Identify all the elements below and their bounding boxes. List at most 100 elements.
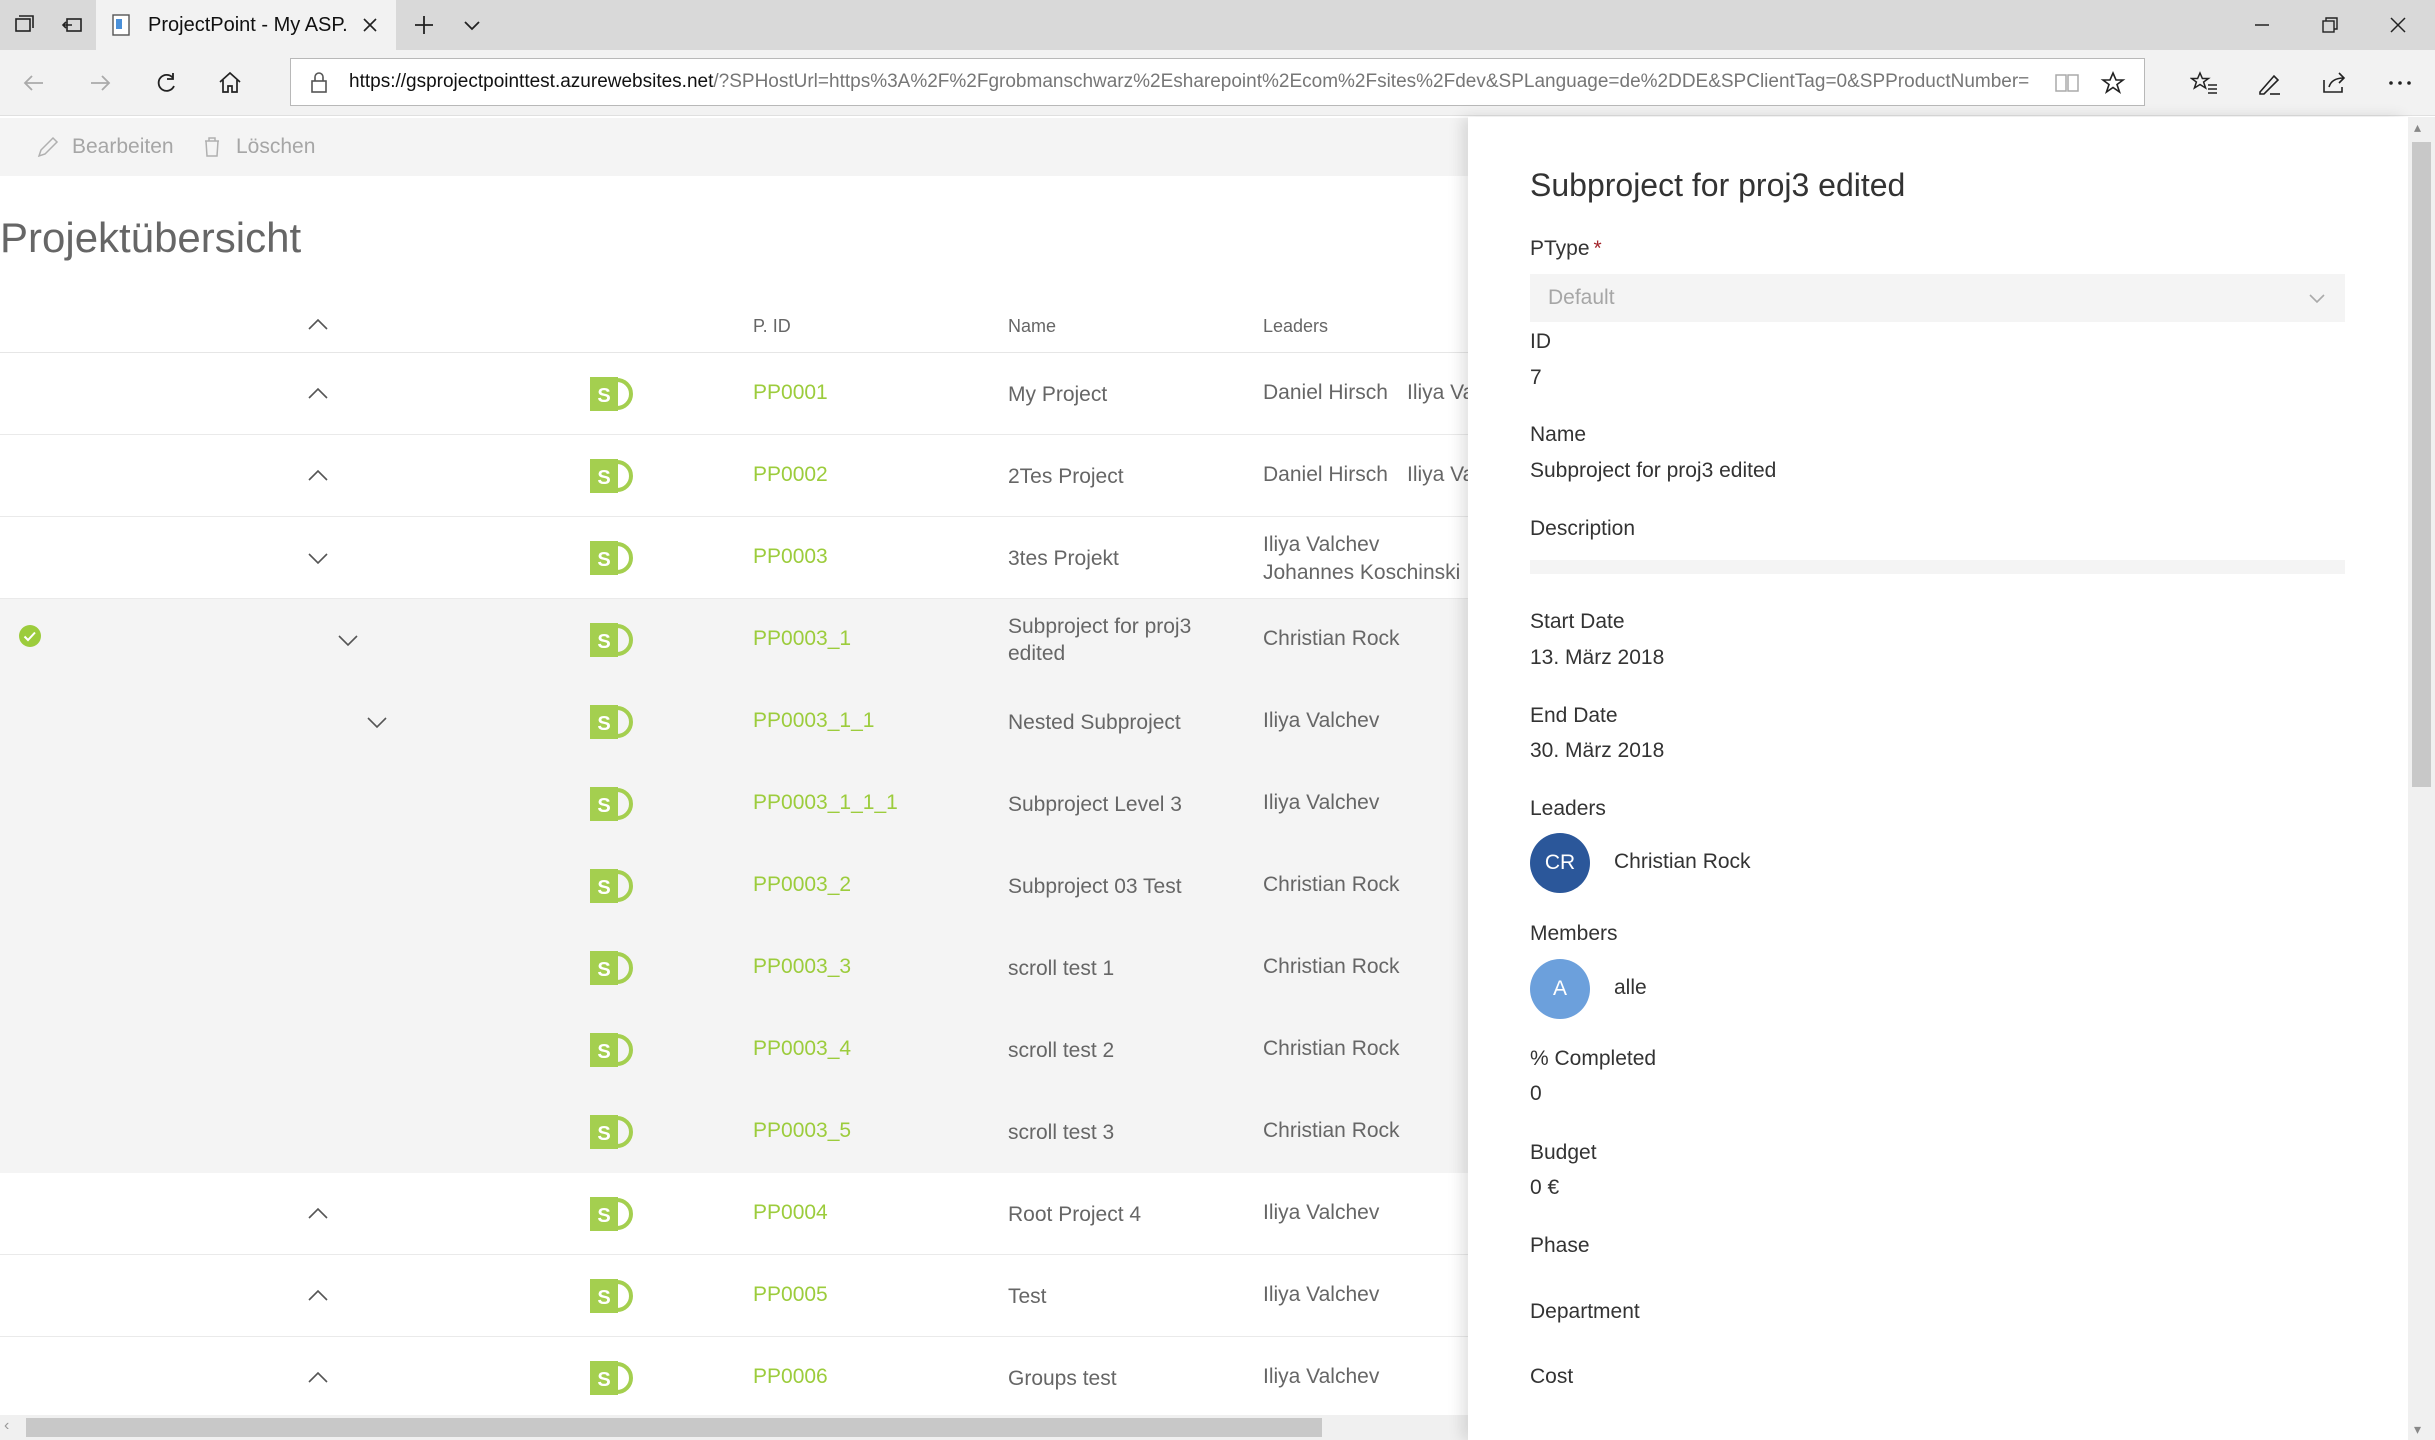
project-leaders: Iliya Valchev Johannes Koschinski: [1263, 531, 1460, 587]
table-row[interactable]: S PP0003 3tes Projekt Iliya Valchev Joha…: [0, 517, 1468, 599]
table-row[interactable]: S PP0001 My Project Daniel Hirsch Iliya …: [0, 353, 1468, 435]
trash-icon: [205, 137, 219, 157]
start-date-label: Start Date: [1530, 610, 1625, 633]
tab-preview-chevron-icon[interactable]: [448, 0, 496, 50]
more-options-icon[interactable]: [2372, 50, 2428, 116]
set-aside-tabs-icon[interactable]: [48, 0, 96, 50]
sharepoint-icon: S: [590, 705, 633, 739]
tab-projectpoint[interactable]: ProjectPoint - My ASP.N: [96, 0, 396, 50]
scroll-down-icon[interactable]: ▾: [2414, 1421, 2421, 1438]
address-bar[interactable]: https://gsprojectpointtest.azurewebsites…: [290, 58, 2145, 106]
chevron-up-icon[interactable]: [304, 380, 332, 408]
chevron-up-icon[interactable]: [304, 462, 332, 490]
forward-icon[interactable]: [72, 50, 128, 116]
edit-button-label: Bearbeiten: [72, 135, 174, 158]
table-row[interactable]: S PP0002 2Tes Project Daniel Hirsch Iliy…: [0, 435, 1468, 517]
chevron-down-icon[interactable]: [304, 544, 332, 572]
edit-button[interactable]: Bearbeiten: [36, 132, 174, 162]
project-name: 3tes Projekt: [1008, 547, 1119, 570]
table-row[interactable]: S PP0004 Root Project 4 Iliya Valchev: [0, 1173, 1468, 1255]
project-name: Groups test: [1008, 1367, 1117, 1390]
home-icon[interactable]: [202, 50, 258, 116]
close-tab-icon[interactable]: [358, 13, 382, 37]
project-id-link[interactable]: PP0003_4: [753, 1037, 851, 1061]
table-row[interactable]: S PP0003_4 scroll test 2 Christian Rock: [0, 1009, 1468, 1091]
table-row-selected[interactable]: S PP0003_1 Subproject for proj3 edited C…: [0, 599, 1468, 681]
column-header-name[interactable]: Name: [1008, 316, 1056, 337]
scroll-left-icon[interactable]: ‹: [4, 1417, 9, 1435]
project-id-link[interactable]: PP0004: [753, 1201, 828, 1225]
delete-button[interactable]: Löschen: [200, 132, 315, 162]
reading-view-icon[interactable]: [2054, 71, 2080, 95]
project-leader: Iliya Valchev: [1263, 1201, 1380, 1224]
chevron-down-icon[interactable]: [334, 626, 362, 654]
back-icon[interactable]: [6, 50, 62, 116]
project-name: scroll test 2: [1008, 1039, 1115, 1062]
project-name: Root Project 4: [1008, 1203, 1142, 1226]
project-id-link[interactable]: PP0003_1_1_1: [753, 791, 898, 815]
project-id-link[interactable]: PP0003_1: [753, 627, 851, 651]
ptype-dropdown[interactable]: Default: [1530, 274, 2345, 322]
delete-button-label: Löschen: [236, 135, 316, 158]
scroll-up-icon[interactable]: ▴: [2414, 119, 2421, 136]
restore-icon[interactable]: [2296, 0, 2364, 50]
table-row[interactable]: S PP0003_5 scroll test 3 Christian Rock: [0, 1091, 1468, 1173]
table-row[interactable]: S PP0003_2 Subproject 03 Test Christian …: [0, 845, 1468, 927]
project-id-link[interactable]: PP0003: [753, 545, 828, 569]
selected-check-icon[interactable]: [18, 624, 42, 648]
column-header-leaders[interactable]: Leaders: [1263, 316, 1328, 337]
member-persona[interactable]: A alle: [1530, 959, 2030, 1019]
horizontal-scroll-thumb[interactable]: [26, 1418, 1322, 1437]
budget-value: 0 €: [1530, 1176, 1560, 1199]
column-header-pid[interactable]: P. ID: [753, 316, 791, 337]
project-id-link[interactable]: PP0003_1_1: [753, 709, 874, 733]
table-row[interactable]: S PP0005 Test Iliya Valchev: [0, 1255, 1468, 1337]
new-tab-icon[interactable]: [400, 0, 448, 50]
table-row[interactable]: S PP0003_1_1_1 Subproject Level 3 Iliya …: [0, 763, 1468, 845]
project-id-link[interactable]: PP0003_5: [753, 1119, 851, 1143]
chevron-up-icon[interactable]: [304, 1282, 332, 1310]
sharepoint-icon: S: [590, 951, 633, 985]
favorites-hub-icon[interactable]: [2176, 50, 2232, 116]
pen-notes-icon[interactable]: [2242, 50, 2298, 116]
close-window-icon[interactable]: [2364, 0, 2432, 50]
sharepoint-icon: S: [590, 1197, 633, 1231]
project-name: scroll test 1: [1008, 957, 1115, 980]
tab-title: ProjectPoint - My ASP.N: [148, 13, 348, 36]
project-id-link[interactable]: PP0002: [753, 463, 828, 487]
sharepoint-icon: S: [590, 1115, 633, 1149]
project-id-link[interactable]: PP0005: [753, 1283, 828, 1307]
chevron-down-icon[interactable]: [363, 708, 391, 736]
project-id-link[interactable]: PP0003_2: [753, 873, 851, 897]
minimize-icon[interactable]: [2228, 0, 2296, 50]
horizontal-scrollbar[interactable]: ‹: [0, 1415, 1468, 1440]
svg-text:S: S: [597, 549, 610, 571]
collapse-all-chevron-icon[interactable]: [304, 314, 332, 336]
vertical-scrollbar[interactable]: ▴ ▾: [2408, 117, 2435, 1440]
vertical-scroll-thumb[interactable]: [2412, 142, 2431, 787]
share-icon[interactable]: [2306, 50, 2362, 116]
svg-text:S: S: [597, 631, 610, 653]
project-id-link[interactable]: PP0006: [753, 1365, 828, 1389]
table-row[interactable]: S PP0006 Groups test Iliya Valchev: [0, 1337, 1468, 1416]
tab-actions-icon[interactable]: [0, 0, 48, 50]
table-row[interactable]: S PP0003_1_1 Nested Subproject Iliya Val…: [0, 681, 1468, 763]
table-row[interactable]: S PP0003_3 scroll test 1 Christian Rock: [0, 927, 1468, 1009]
refresh-icon[interactable]: [138, 50, 194, 116]
svg-text:S: S: [597, 713, 610, 735]
sharepoint-icon: S: [590, 1033, 633, 1067]
ptype-selected-value: Default: [1548, 286, 1615, 309]
chevron-up-icon[interactable]: [304, 1200, 332, 1228]
project-leader: Christian Rock: [1263, 955, 1400, 978]
url-text[interactable]: https://gsprojectpointtest.azurewebsites…: [349, 71, 2029, 93]
project-leader-2: Johannes Koschinski: [1263, 561, 1461, 584]
avatar: CR: [1530, 833, 1590, 893]
project-id-link[interactable]: PP0001: [753, 381, 828, 405]
favorite-star-icon[interactable]: [2100, 70, 2126, 96]
leader-persona[interactable]: CR Christian Rock: [1530, 833, 2030, 893]
required-marker: *: [1593, 237, 1602, 260]
chevron-up-icon[interactable]: [304, 1364, 332, 1392]
project-id-link[interactable]: PP0003_3: [753, 955, 851, 979]
description-field[interactable]: [1530, 560, 2345, 574]
svg-text:S: S: [597, 877, 610, 899]
